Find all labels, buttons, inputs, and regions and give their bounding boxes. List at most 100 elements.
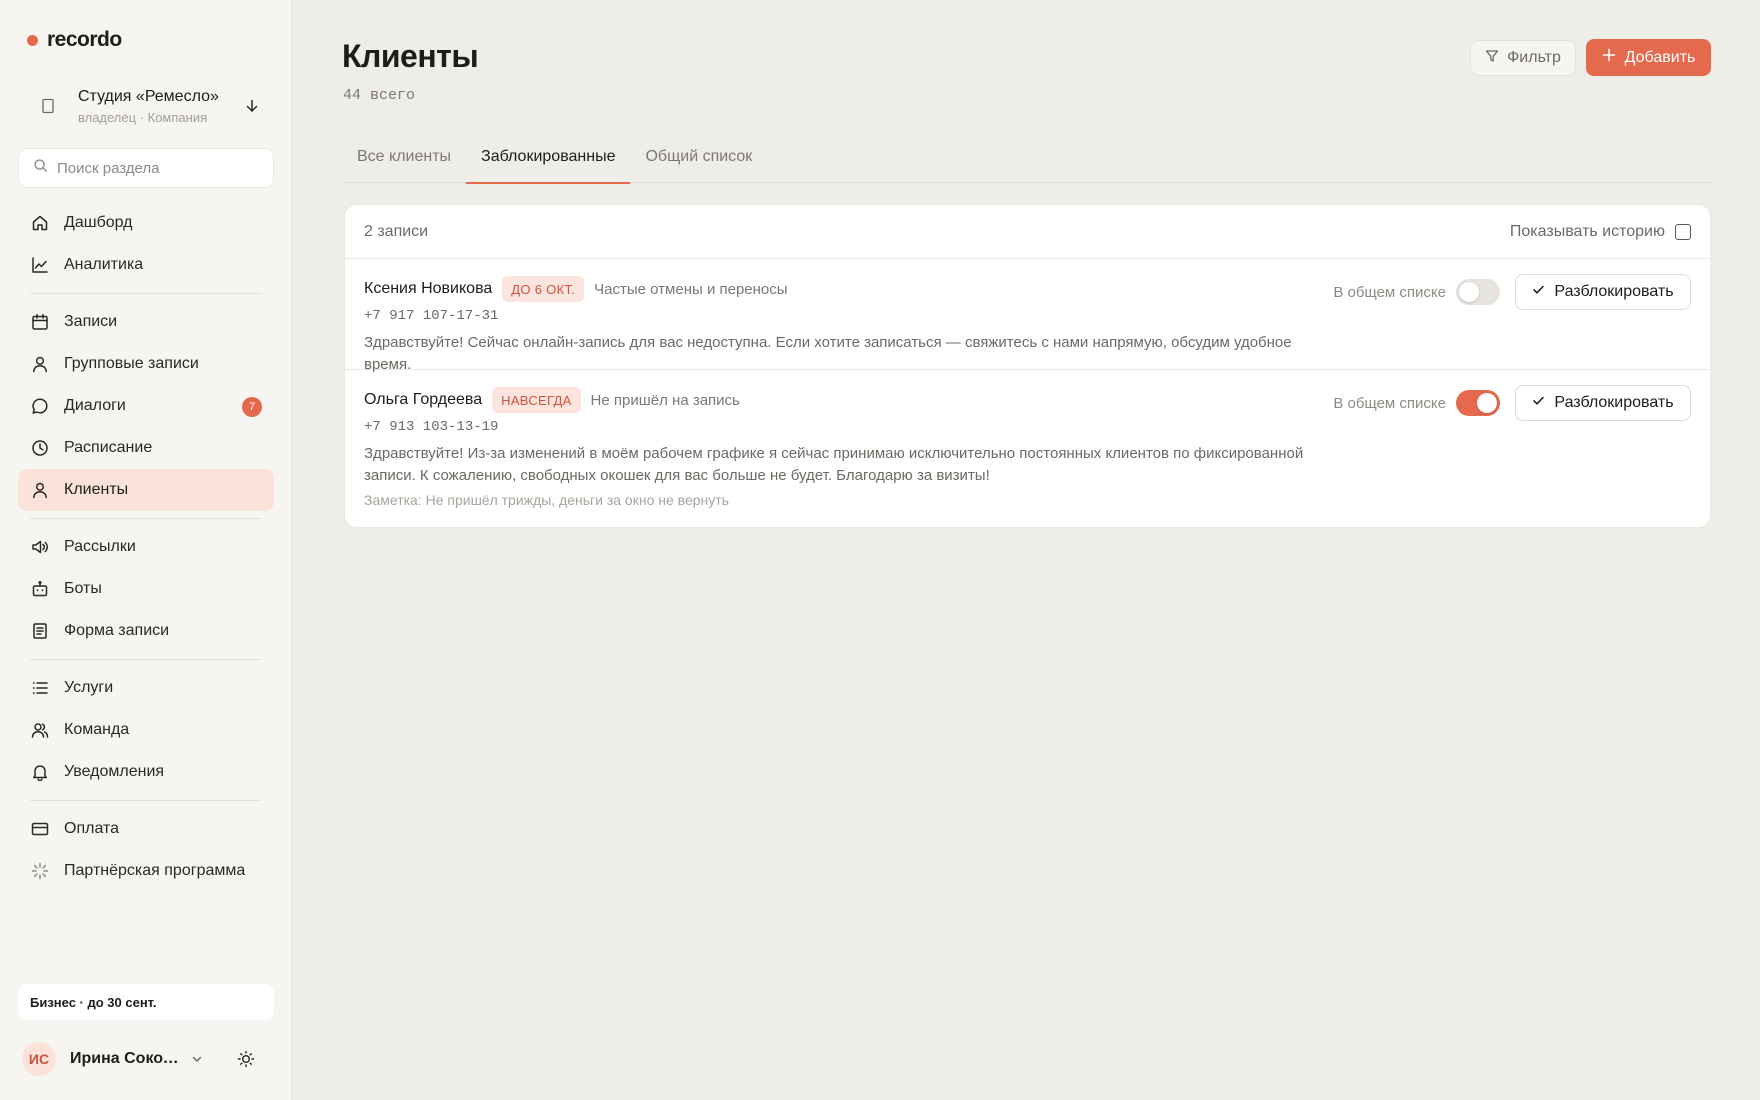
logo-dot-icon	[27, 34, 38, 46]
client-total-count: 44 всего	[343, 87, 416, 104]
client-name[interactable]: Ольга Гордеева	[364, 391, 482, 409]
calendar-icon	[30, 312, 50, 332]
client-phone: +7 913 103-13-19	[364, 419, 499, 435]
filter-button[interactable]: Фильтр	[1470, 40, 1576, 76]
toggle-knob	[1459, 282, 1479, 302]
block-reason: Частые отмены и переносы	[594, 280, 788, 298]
check-icon	[1532, 283, 1545, 301]
nav-item-label: Записи	[64, 313, 118, 330]
chevron-down-icon[interactable]	[188, 1050, 206, 1068]
section-search[interactable]	[18, 148, 274, 188]
megaphone-icon	[30, 537, 50, 557]
tab-blocked[interactable]: Заблокированные	[466, 140, 631, 184]
list-icon	[30, 678, 50, 698]
clock-icon	[30, 438, 50, 458]
chat-icon	[30, 396, 50, 416]
show-history-toggle[interactable]: Показывать историю	[1510, 223, 1691, 241]
nav-item-bots[interactable]: Боты	[18, 568, 274, 610]
toggle-knob	[1477, 393, 1497, 413]
sun-icon[interactable]	[234, 1047, 258, 1071]
nav-item-label: Боты	[64, 580, 102, 597]
nav-item-services[interactable]: Услуги	[18, 667, 274, 709]
nav-item-label: Аналитика	[64, 256, 144, 273]
unblock-label: Разблокировать	[1554, 283, 1674, 300]
workspace-name: Студия «Ремесло»	[78, 88, 219, 105]
sidebar: recordo Студия «Ремесло» владелец · Комп…	[0, 0, 292, 1100]
shared-list-label: В общем списке	[1333, 394, 1446, 412]
nav-item-payment[interactable]: Оплата	[18, 808, 274, 850]
show-history-label: Показывать историю	[1509, 222, 1665, 240]
logo-text: recordo	[47, 28, 122, 51]
workspace-switcher[interactable]: Студия «Ремесло» владелец · Компания	[18, 78, 274, 134]
unread-badge: 7	[242, 397, 262, 417]
nav-item-mailings[interactable]: Рассылки	[18, 526, 274, 568]
card-icon	[30, 819, 50, 839]
plus-icon	[1602, 48, 1616, 67]
nav-divider	[30, 518, 262, 519]
unblock-button[interactable]: Разблокировать	[1515, 385, 1691, 421]
nav-item-dialogs[interactable]: Диалоги 7	[18, 385, 274, 427]
nav-divider	[30, 659, 262, 660]
nav-item-label: Команда	[64, 721, 130, 738]
avatar[interactable]: ИС	[22, 1042, 56, 1076]
clients-tabs: Все клиенты Заблокированные Общий список	[342, 140, 1712, 184]
add-client-button[interactable]: Добавить	[1586, 39, 1711, 76]
nav-item-label: Услуги	[64, 679, 114, 696]
workspace-info: Студия «Ремесло» владелец · Компания	[78, 87, 240, 125]
client-phone: +7 917 107-17-31	[364, 308, 499, 324]
nav-item-label: Уведомления	[64, 763, 165, 780]
filter-label: Фильтр	[1507, 49, 1561, 66]
tab-all-clients[interactable]: Все клиенты	[342, 140, 466, 183]
app-logo[interactable]: recordo	[27, 28, 122, 52]
records-count: 2 записи	[364, 222, 429, 240]
nav-item-team[interactable]: Команда	[18, 709, 274, 751]
person-icon	[30, 354, 50, 374]
bell-icon	[30, 762, 50, 782]
client-note: Заметка: Не пришёл трижды, деньги за окн…	[364, 492, 729, 508]
blocked-client-row: Ольга Гордеева НАВСЕГДА Не пришёл на зап…	[345, 370, 1710, 527]
nav-item-notifications[interactable]: Уведомления	[18, 751, 274, 793]
unblock-button[interactable]: Разблокировать	[1515, 274, 1691, 310]
user-name[interactable]: Ирина Сокол...	[70, 1050, 182, 1068]
home-icon	[30, 213, 50, 233]
chart-line-icon	[30, 255, 50, 275]
nav-item-label: Рассылки	[64, 538, 136, 555]
shared-list-toggle[interactable]	[1456, 279, 1500, 305]
unblock-label: Разблокировать	[1554, 394, 1674, 411]
team-icon	[30, 720, 50, 740]
main-nav: Дашборд Аналитика Записи Групповые запис…	[18, 202, 274, 892]
nav-item-label: Оплата	[64, 820, 120, 837]
shared-list-toggle[interactable]	[1456, 390, 1500, 416]
nav-item-group-bookings[interactable]: Групповые записи	[18, 343, 274, 385]
row-actions: В общем списке Разблокировать	[1333, 274, 1691, 310]
show-history-checkbox[interactable]	[1675, 223, 1691, 240]
workspace-role: владелец · Компания	[78, 110, 208, 125]
page-title: Клиенты	[342, 38, 479, 74]
nav-item-label: Клиенты	[64, 481, 129, 498]
tab-shared-list[interactable]: Общий список	[630, 140, 767, 183]
nav-item-bookings[interactable]: Записи	[18, 301, 274, 343]
nav-item-dashboard[interactable]: Дашборд	[18, 202, 274, 244]
arrow-down-icon[interactable]	[240, 94, 264, 118]
client-name[interactable]: Ксения Новикова	[364, 280, 492, 298]
nav-item-schedule[interactable]: Расписание	[18, 427, 274, 469]
check-icon	[1532, 394, 1545, 412]
bot-icon	[30, 579, 50, 599]
form-icon	[30, 621, 50, 641]
nav-item-clients[interactable]: Клиенты	[18, 469, 274, 511]
block-message: Здравствуйте! Из-за изменений в моём раб…	[364, 445, 1304, 484]
nav-item-partner-program[interactable]: Партнёрская программа	[18, 850, 274, 892]
add-label: Добавить	[1624, 48, 1696, 66]
search-input[interactable]	[57, 159, 257, 177]
blocked-clients-card: 2 записи Показывать историю Ксения Новик…	[344, 204, 1711, 528]
building-icon	[32, 90, 64, 122]
nav-item-booking-form[interactable]: Форма записи	[18, 610, 274, 652]
block-reason: Не пришёл на запись	[590, 391, 740, 409]
nav-item-analytics[interactable]: Аналитика	[18, 244, 274, 286]
plan-badge[interactable]: Бизнес · до 30 сент.	[18, 984, 274, 1020]
nav-divider	[30, 800, 262, 801]
sparkle-icon	[30, 861, 50, 881]
nav-item-label: Диалоги	[64, 397, 126, 414]
block-duration-badge: ДО 6 ОКТ.	[502, 276, 585, 302]
block-duration-badge: НАВСЕГДА	[492, 387, 581, 413]
